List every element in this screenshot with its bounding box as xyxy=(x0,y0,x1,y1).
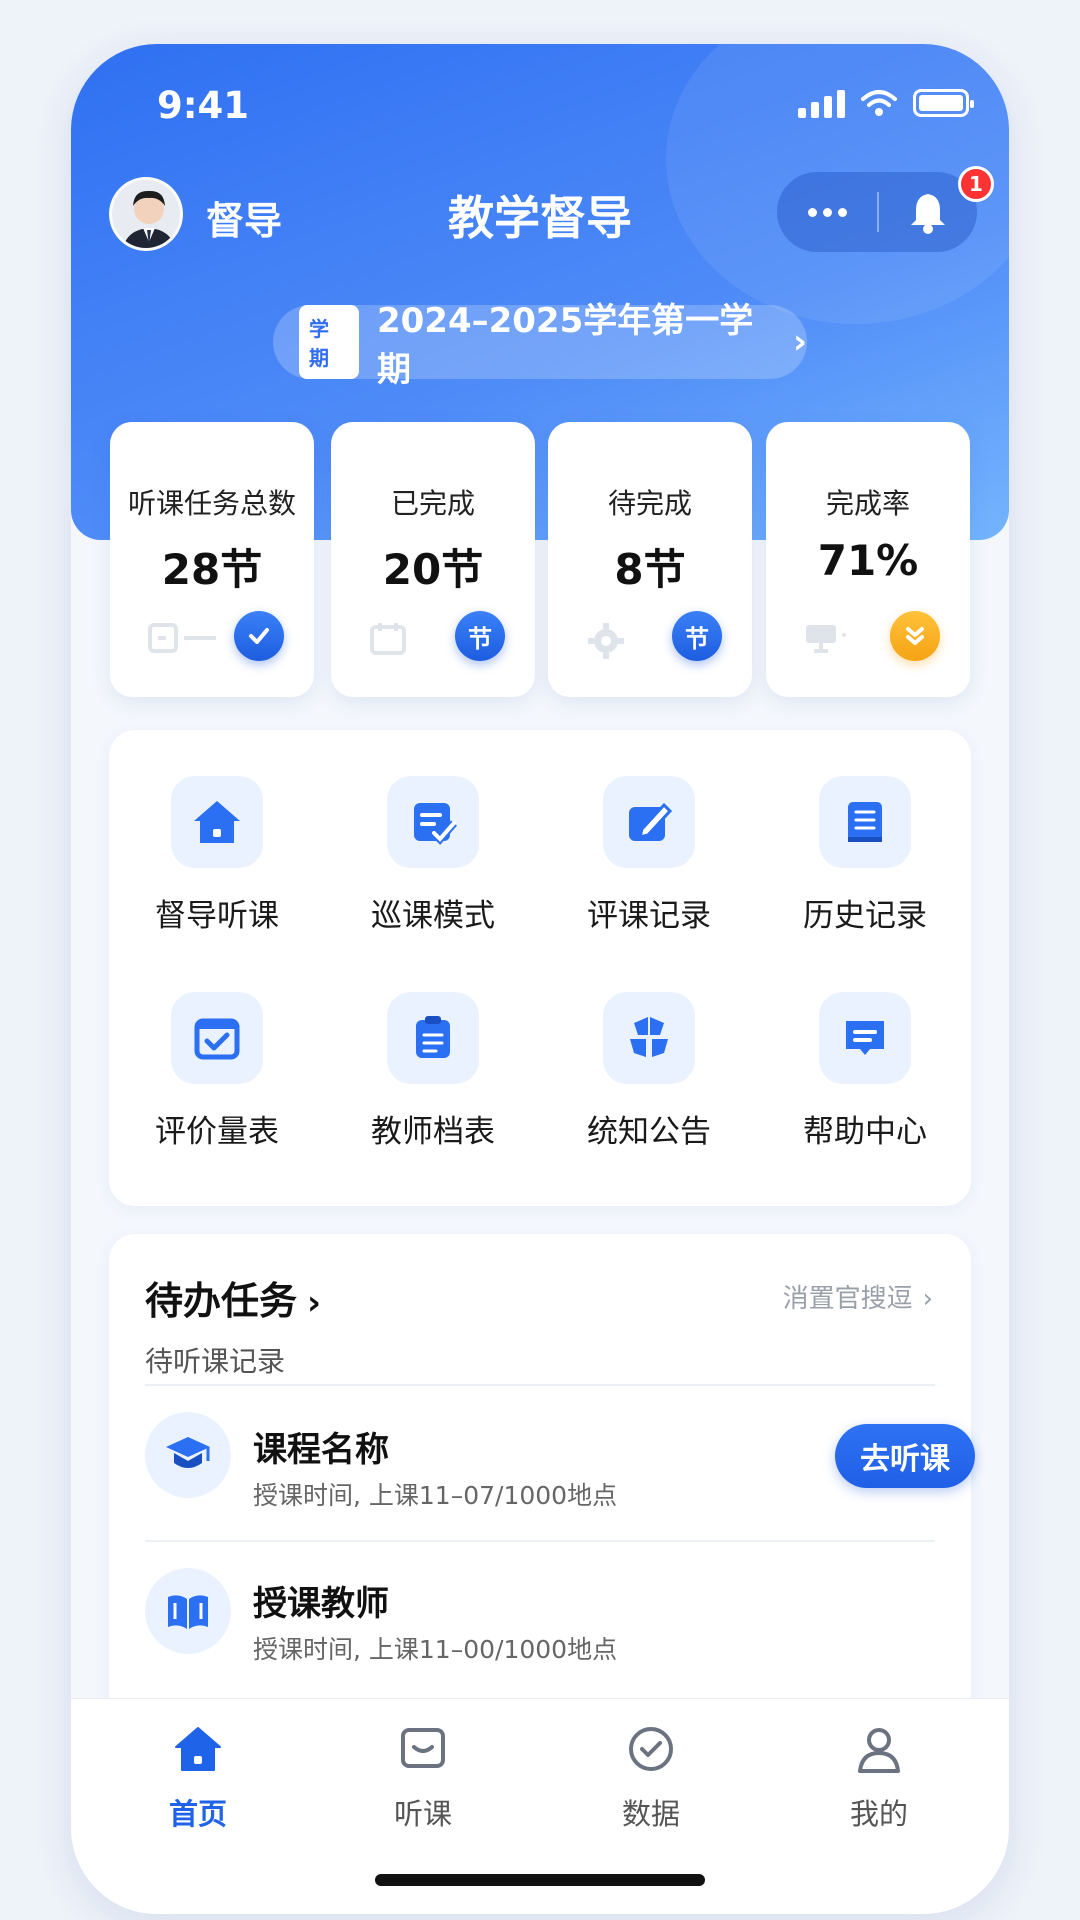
stat-card-pending[interactable]: 待完成 8节 节 xyxy=(548,422,752,697)
chevron-right-icon: › xyxy=(922,1284,933,1314)
todo-subtitle: 待听课记录 xyxy=(145,1345,286,1378)
apps-icon xyxy=(603,992,695,1084)
feature-label: 教师档表 xyxy=(371,1114,495,1150)
feature-patrol-mode[interactable]: 巡课模式 xyxy=(325,776,541,935)
task-name: 课程名称 xyxy=(253,1430,389,1470)
tab-listen[interactable]: 听课 xyxy=(363,1725,483,1833)
feature-teacher-files[interactable]: 教师档表 xyxy=(325,992,541,1151)
divider xyxy=(145,1384,935,1386)
phone-frame: 9:41 督导 教学督导 1 学期 2024–2025学年第一学期 › 听课任务… xyxy=(71,44,1009,1914)
calendar-check-icon xyxy=(171,992,263,1084)
chevron-right-icon: › xyxy=(307,1283,322,1323)
ticket-icon xyxy=(148,623,216,653)
tab-home[interactable]: 首页 xyxy=(138,1725,258,1833)
stat-card-completed[interactable]: 已完成 20节 节 xyxy=(331,422,535,697)
task-time: 授课时间, 上课11–00/1000地点 xyxy=(253,1635,618,1664)
check-circle-icon xyxy=(629,1727,673,1771)
term-tag: 学期 xyxy=(299,305,359,379)
check-form-icon xyxy=(387,776,479,868)
feature-supervise-listen[interactable]: 督导听课 xyxy=(109,776,325,935)
stat-label: 完成率 xyxy=(825,487,910,520)
feature-help-center[interactable]: 帮助中心 xyxy=(757,992,973,1151)
double-chevron-down-icon xyxy=(890,611,940,661)
chevron-right-icon: › xyxy=(792,322,807,362)
todo-more-link[interactable]: 消置官搜逗 › xyxy=(783,1278,933,1315)
stat-value: 8节 xyxy=(614,545,686,594)
section-chip: 节 xyxy=(455,611,505,661)
feature-lesson-review[interactable]: 评课记录 xyxy=(541,776,757,935)
feature-evaluation-scale[interactable]: 评价量表 xyxy=(109,992,325,1151)
check-badge-icon xyxy=(234,611,284,661)
open-book-icon xyxy=(145,1568,231,1654)
stat-label: 待完成 xyxy=(607,487,692,520)
house-icon xyxy=(171,776,263,868)
tab-mine[interactable]: 我的 xyxy=(819,1725,939,1833)
stat-value: 28节 xyxy=(161,545,263,594)
monitor-icon xyxy=(806,625,846,653)
divider xyxy=(145,1540,935,1542)
feature-label: 历史记录 xyxy=(803,898,927,934)
feature-label: 评价量表 xyxy=(155,1114,279,1150)
stat-label: 已完成 xyxy=(390,487,475,520)
wifi-icon xyxy=(861,90,897,116)
clipboard-icon xyxy=(387,992,479,1084)
header-actions xyxy=(777,172,977,252)
book-icon xyxy=(819,776,911,868)
stat-card-total[interactable]: 听课任务总数 28节 xyxy=(110,422,314,697)
bell-icon xyxy=(911,194,945,234)
bottom-tab-bar: 首页 听课 数据 我的 xyxy=(71,1698,1009,1914)
gear-icon xyxy=(588,623,624,659)
feature-label: 统知公告 xyxy=(587,1114,711,1150)
feature-label: 督导听课 xyxy=(155,898,279,934)
feature-history[interactable]: 历史记录 xyxy=(757,776,973,935)
todo-tasks-title[interactable]: 待办任务 › xyxy=(145,1270,321,1325)
feature-label: 帮助中心 xyxy=(803,1114,927,1150)
status-time: 9:41 xyxy=(157,84,250,127)
user-icon xyxy=(858,1728,900,1773)
term-selector[interactable]: 学期 2024–2025学年第一学期 › xyxy=(273,301,807,390)
chat-icon xyxy=(819,992,911,1084)
home-indicator xyxy=(375,1874,705,1886)
feature-grid: 督导听课 巡课模式 评课记录 历史记录 评价量表 教师档表 统知公告 帮助中心 xyxy=(109,730,971,1206)
tab-label: 听课 xyxy=(393,1797,452,1831)
tab-label: 首页 xyxy=(168,1797,227,1831)
edit-note-icon xyxy=(603,776,695,868)
calendar-icon xyxy=(370,623,406,655)
feature-announcements[interactable]: 统知公告 xyxy=(541,992,757,1151)
notification-badge: 1 xyxy=(958,166,994,202)
feature-label: 评课记录 xyxy=(587,898,711,934)
go-listen-button[interactable]: 去听课 xyxy=(835,1424,975,1488)
todo-title-text: 待办任务 xyxy=(145,1279,298,1323)
message-box-icon xyxy=(401,1728,445,1768)
task-name: 授课教师 xyxy=(253,1584,389,1624)
stat-label: 听课任务总数 xyxy=(127,487,296,520)
tab-label: 我的 xyxy=(849,1797,908,1831)
feature-label: 巡课模式 xyxy=(371,898,495,934)
home-icon xyxy=(175,1727,221,1771)
task-time: 授课时间, 上课11–07/1000地点 xyxy=(253,1481,618,1510)
more-icon[interactable] xyxy=(777,207,877,217)
todo-more-text: 消置官搜逗 xyxy=(782,1284,913,1314)
section-chip: 节 xyxy=(672,611,722,661)
tab-label: 数据 xyxy=(621,1797,680,1831)
battery-icon xyxy=(913,89,974,117)
stat-card-rate[interactable]: 完成率 71% xyxy=(766,422,970,697)
graduation-cap-icon xyxy=(145,1412,231,1498)
status-icons xyxy=(798,88,974,118)
stat-value: 71% xyxy=(817,536,919,585)
stat-value: 20节 xyxy=(382,545,484,594)
term-label: 2024–2025学年第一学期 xyxy=(376,301,754,390)
signal-icon xyxy=(798,88,845,118)
tab-data[interactable]: 数据 xyxy=(591,1725,711,1833)
